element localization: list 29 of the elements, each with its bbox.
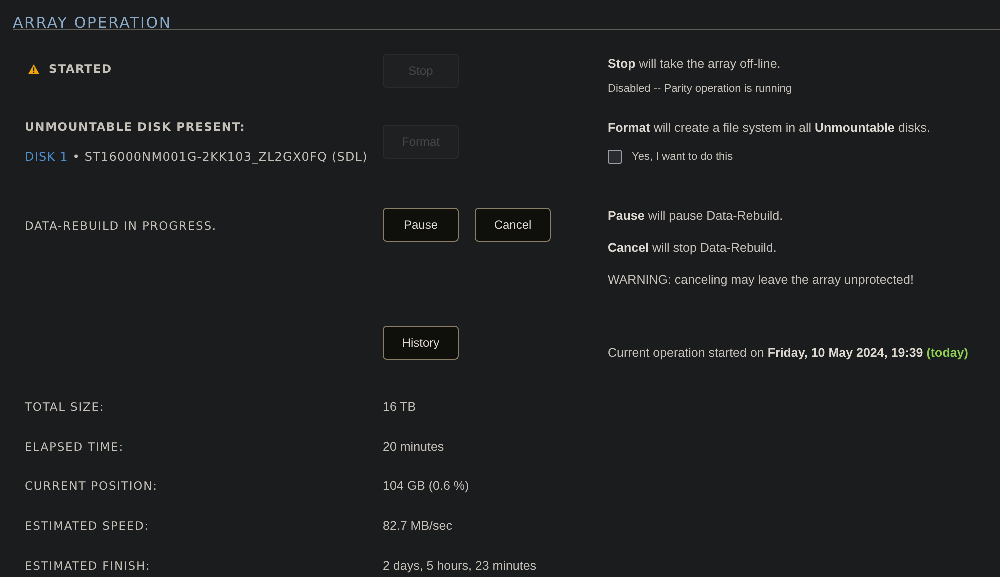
stat-value: 16 TB [383,400,416,414]
stat-value: 20 minutes [383,440,444,454]
pause-description: Pause will pause Data-Rebuild. [608,208,784,224]
disk-id: • ST16000NM001G-2KK103_ZL2GX0FQ (SDL) [72,150,368,164]
history-button[interactable]: History [383,326,459,360]
stat-value: 82.7 MB/sec [383,519,452,534]
warning-text: WARNING: canceling may leave the array unprotected! [608,272,915,288]
cancel-description: Cancel will stop Data-Rebuild. [608,240,778,256]
cancel-button[interactable]: Cancel [475,208,551,242]
array-status: STARTED [49,62,112,76]
confirm-checkbox[interactable] [608,150,622,164]
stat-label: TOTAL SIZE: [25,400,106,414]
stat-value: 104 GB (0.6 %) [383,479,470,494]
format-description: Format will create a file system in all Unmountable disks. [608,120,932,136]
operation-start-text: Current operation started on Friday, 10 May 2024, 19:39 [608,346,924,360]
stop-note: Disabled -- Parity operation is running [608,82,794,97]
stat-value: 2 days, 5 hours, 23 minutes [383,559,537,574]
stat-label: ESTIMATED SPEED: [25,519,151,534]
stat-label: ESTIMATED FINISH: [25,559,152,574]
today-tag: (today) [926,346,968,360]
section-title: ARRAY OPERATION [13,0,1000,30]
stat-label: CURRENT POSITION: [25,479,159,494]
unmountable-heading: UNMOUNTABLE DISK PRESENT: [25,120,247,134]
pause-button[interactable]: Pause [383,208,459,242]
rebuild-status: DATA-REBUILD IN PROGRESS. [25,219,217,233]
stat-label: ELAPSED TIME: [25,440,125,454]
disk-link[interactable]: DISK 1 [25,150,68,164]
confirm-label: Yes, I want to do this [632,151,734,163]
stop-description: Stop will take the array off-line. [608,56,782,72]
